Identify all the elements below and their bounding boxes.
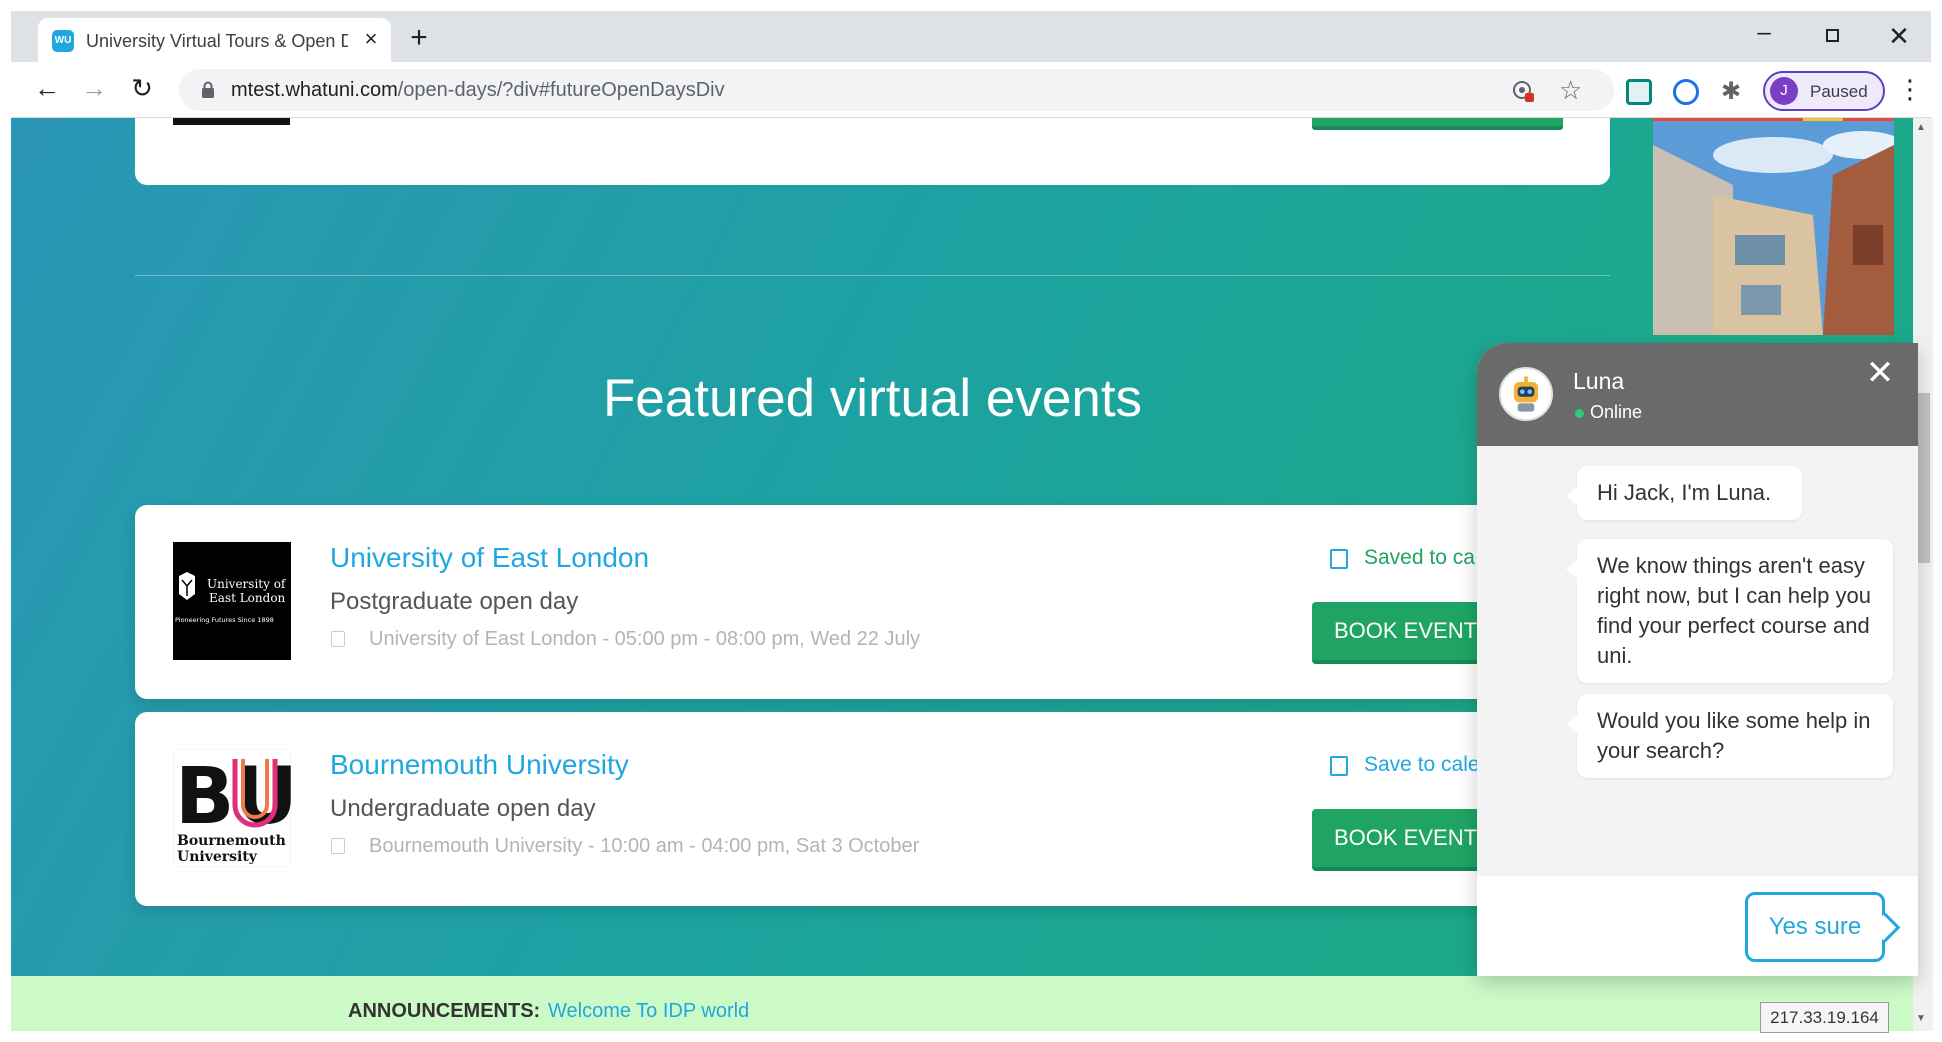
tab-title: University Virtual Tours & Open D (86, 31, 348, 51)
scroll-up-arrow-icon[interactable]: ▲ (1916, 122, 1926, 133)
university-name-link[interactable]: Bournemouth University (330, 749, 629, 781)
extension-2-icon[interactable] (1673, 79, 1699, 105)
avatar: J (1770, 77, 1798, 105)
blocked-content-icon[interactable] (1511, 79, 1535, 103)
extensions-puzzle-icon[interactable]: ✱ (1718, 79, 1744, 105)
tab-close-icon[interactable]: × (360, 28, 382, 50)
address-bar[interactable]: mtest.whatuni.com/open-days/?div#futureO… (179, 69, 1614, 111)
save-to-calendar-link[interactable]: Saved to ca (1364, 546, 1475, 570)
calendar-icon (331, 631, 345, 647)
online-status-icon (1575, 409, 1584, 418)
chat-message: We know things aren't easy right now, bu… (1566, 539, 1893, 683)
university-of-east-london-logo: University of East London Pioneering Fut… (173, 542, 291, 660)
event-type: Postgraduate open day (330, 588, 579, 615)
bookmark-star-icon[interactable]: ☆ (1559, 76, 1582, 104)
browser-toolbar: ← → ↻ mtest.whatuni.com/open-days/?div#f… (11, 62, 1931, 118)
previous-book-event-button[interactable] (1312, 118, 1563, 130)
url-text: mtest.whatuni.com/open-days/?div#futureO… (231, 79, 725, 101)
new-tab-icon[interactable]: + (406, 23, 432, 53)
menu-dots-icon[interactable]: ⋮ (1897, 74, 1923, 104)
chat-header: Luna Online ✕ (1477, 343, 1918, 446)
chat-message: Hi Jack, I'm Luna. (1566, 466, 1802, 520)
campus-building-image (1653, 118, 1894, 335)
section-title: Featured virtual events (602, 369, 1143, 428)
tab-active[interactable]: WU University Virtual Tours & Open D × (38, 18, 391, 62)
calendar-checkbox-icon[interactable] (1330, 756, 1348, 776)
back-arrow-icon[interactable]: ← (31, 72, 63, 104)
minimize-icon[interactable]: – (1749, 21, 1779, 51)
chat-reply-area: Yes sure (1477, 876, 1918, 976)
previous-university-logo (173, 118, 290, 125)
announcement-link[interactable]: Welcome To IDP world (548, 1000, 749, 1023)
svg-text:Bournemouth: Bournemouth (177, 833, 286, 849)
chat-widget: Luna Online ✕ Hi Jack, I'm Luna. We know… (1477, 343, 1918, 976)
section-divider (135, 275, 1610, 276)
ip-address-badge: 217.33.19.164 (1760, 1002, 1889, 1033)
event-card: BU Bournemouth University Bournemouth Un… (135, 712, 1610, 906)
chat-close-icon[interactable]: ✕ (1865, 356, 1895, 390)
announcement-bar: ANNOUNCEMENTS: Welcome To IDP world (11, 976, 1913, 1031)
reload-icon[interactable]: ↻ (126, 72, 158, 104)
save-to-calendar-link[interactable]: Save to cale (1364, 753, 1480, 777)
svg-text:University of: University of (207, 577, 287, 591)
browser-window: WU University Virtual Tours & Open D × +… (0, 0, 1942, 1042)
extension-1-icon[interactable] (1626, 79, 1652, 105)
event-type: Undergraduate open day (330, 795, 596, 822)
scroll-down-arrow-icon[interactable]: ▼ (1916, 1013, 1926, 1024)
scroll-thumb[interactable] (1916, 393, 1930, 563)
lock-icon (202, 81, 214, 98)
window-close-icon[interactable]: ✕ (1884, 21, 1914, 51)
svg-text:University: University (177, 849, 258, 865)
profile-button[interactable]: J Paused (1763, 71, 1885, 111)
chat-bot-name: Luna (1573, 368, 1625, 394)
bournemouth-university-logo: BU Bournemouth University (173, 749, 291, 867)
whatuni-favicon-icon: WU (52, 30, 74, 52)
profile-status: Paused (1810, 82, 1868, 101)
calendar-checkbox-icon[interactable] (1330, 549, 1348, 569)
robot-avatar-icon (1499, 367, 1553, 421)
event-card: University of East London Pioneering Fut… (135, 505, 1610, 699)
announcement-label: ANNOUNCEMENTS: (348, 1000, 541, 1022)
previous-event-card (135, 118, 1610, 185)
chat-message: Would you like some help in your search? (1566, 694, 1893, 778)
event-datetime: University of East London - 05:00 pm - 0… (369, 628, 921, 650)
forward-arrow-icon[interactable]: → (78, 72, 110, 104)
svg-text:Pioneering Futures Since 1898: Pioneering Futures Since 1898 (175, 616, 274, 624)
svg-text:East London: East London (209, 591, 286, 605)
chat-status: Online (1590, 402, 1643, 422)
university-name-link[interactable]: University of East London (330, 542, 649, 574)
chat-messages: Hi Jack, I'm Luna. We know things aren't… (1477, 446, 1918, 876)
calendar-icon (331, 838, 345, 854)
event-datetime: Bournemouth University - 10:00 am - 04:0… (369, 835, 920, 857)
quick-reply-button[interactable]: Yes sure (1745, 892, 1885, 962)
tab-strip: WU University Virtual Tours & Open D × +… (11, 11, 1931, 62)
restore-icon[interactable] (1817, 21, 1847, 51)
